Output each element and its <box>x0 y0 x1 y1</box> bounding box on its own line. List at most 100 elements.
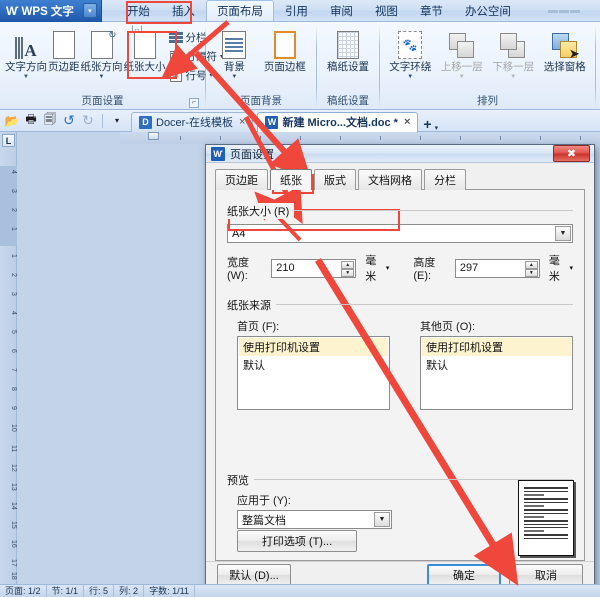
print-preview-icon[interactable]: 🗐 <box>42 112 58 129</box>
other-page-listbox[interactable]: 使用打印机设置 默认 <box>420 336 573 410</box>
ribbon-label-bring-forward: 上移一层 <box>440 61 483 73</box>
dialog-launcher-icon[interactable]: ⌐ <box>189 98 199 108</box>
list-item[interactable]: 使用打印机设置 <box>422 338 571 356</box>
ruler-tick: 4 <box>10 170 17 174</box>
paper-size-legend: 纸张大小 (R) <box>227 203 295 219</box>
menu-item-section[interactable]: 章节 <box>409 0 454 22</box>
ribbon-button-paper-size[interactable]: |↔| 纸张大小 <box>124 25 166 73</box>
chevron-down-icon[interactable]: ▼ <box>231 74 237 80</box>
chevron-down-icon[interactable]: ▼ <box>374 512 390 527</box>
menu-item-view[interactable]: 视图 <box>364 0 409 22</box>
document-tab-new-doc[interactable]: W 新建 Micro...文档.doc * × <box>257 111 419 132</box>
chevron-down-icon[interactable]: ▼ <box>23 74 29 80</box>
other-page-label: 其他页 (O): <box>420 321 475 333</box>
tab-layout[interactable]: 版式 <box>314 169 356 190</box>
ribbon-button-page-margin[interactable]: 页边距 <box>48 25 80 73</box>
height-unit[interactable]: 毫米 ▾ <box>549 252 573 284</box>
ribbon-label-send-backward: 下移一层 <box>492 61 535 73</box>
menu-bar-decoration: ▬▬▬ <box>547 5 581 16</box>
wps-brand-button[interactable]: Ⱳ WPS 文字 ▾ <box>0 0 102 22</box>
chevron-down-icon[interactable]: ▾ <box>82 3 97 18</box>
status-word-count: 字数: 1/11 <box>144 585 195 597</box>
paper-size-section: 纸张大小 (R) <box>227 203 573 219</box>
ruler-tick: 7 <box>10 368 17 372</box>
apply-to-label: 应用于 (Y): <box>237 495 291 507</box>
apply-to-group: 应用于 (Y): 整篇文档 ▼ <box>227 492 392 529</box>
default-button[interactable]: 默认 (D)... <box>217 564 291 586</box>
divider <box>102 113 103 128</box>
ruler-tick: 4 <box>10 311 17 315</box>
tab-columns[interactable]: 分栏 <box>424 169 466 190</box>
width-stepper[interactable]: ▲ ▼ <box>341 260 355 277</box>
ribbon-button-manuscript-grid[interactable]: 稿纸设置 <box>322 25 374 73</box>
chevron-down-icon[interactable]: ▼ <box>407 74 413 80</box>
menu-item-insert[interactable]: 插入 <box>161 0 206 22</box>
menu-item-start[interactable]: 开始 <box>116 0 161 22</box>
menu-item-review[interactable]: 审阅 <box>319 0 364 22</box>
close-icon[interactable]: × <box>404 116 410 128</box>
list-item[interactable]: 默认 <box>422 356 571 374</box>
close-icon[interactable]: × <box>239 116 245 128</box>
paper-size-select[interactable]: A4 ▼ <box>227 224 573 243</box>
page-margin-icon <box>52 27 75 59</box>
indent-handle[interactable] <box>148 132 159 140</box>
apply-to-select[interactable]: 整篇文档 ▼ <box>237 510 392 529</box>
tab-document-grid[interactable]: 文档网格 <box>358 169 422 190</box>
ribbon-button-page-orientation[interactable]: ↻ 纸张方向 ▼ <box>81 25 123 80</box>
list-item[interactable]: 使用打印机设置 <box>239 338 388 356</box>
print-icon[interactable]: 🖶 <box>23 112 39 129</box>
ribbon-group-label-page-background: 页面背景 <box>240 95 282 107</box>
bring-forward-icon <box>448 27 475 59</box>
ribbon-button-background[interactable]: 背景 ▼ <box>211 25 258 80</box>
send-backward-icon <box>500 27 526 59</box>
ribbon-button-text-direction[interactable]: A 文字方向 ▼ <box>5 25 47 80</box>
tab-margins[interactable]: 页边距 <box>215 169 268 190</box>
tab-paper[interactable]: 纸张 <box>270 169 312 190</box>
chevron-down-icon[interactable]: ▾ <box>569 264 573 272</box>
status-page: 页面: 1/2 <box>0 585 47 597</box>
ribbon: A 文字方向 ▼ 页边距 ↻ 纸张方向 ▼ |↔| 纸张大小 分栏 ▾ 分隔符 … <box>0 22 600 110</box>
paper-dimensions-row: 宽度 (W): 210 ▲ ▼ 毫米 ▾ 高度 (E): 297 ▲ ▼ 毫米 … <box>227 252 573 284</box>
ruler-tick: 18 <box>10 572 17 580</box>
horizontal-ruler[interactable] <box>120 132 600 144</box>
undo-icon[interactable]: ↺ <box>61 112 77 129</box>
ribbon-label-page-border: 页面边框 <box>263 61 306 73</box>
page-setup-dialog[interactable]: Ⱳ 页面设置 ✖ 页边距 纸张 版式 文档网格 分栏 纸张大小 (R) A4 ▼… <box>205 144 595 589</box>
ribbon-group-label-arrange: 排列 <box>477 95 498 107</box>
width-unit[interactable]: 毫米 ▾ <box>365 252 389 284</box>
menu-item-reference[interactable]: 引用 <box>274 0 319 22</box>
document-tab-docer[interactable]: D Docer-在线模板 × <box>131 111 254 132</box>
ruler-tick: 12 <box>10 464 17 472</box>
new-tab-caret-icon[interactable]: ▾ <box>435 124 439 132</box>
status-column: 列: 2 <box>114 585 145 597</box>
open-icon[interactable]: 📂 <box>4 113 20 129</box>
height-input[interactable]: 297 ▲ ▼ <box>454 258 540 278</box>
chevron-down-icon[interactable]: ▼ <box>99 74 105 80</box>
ribbon-button-selection-pane[interactable]: ➤ 选择窗格 <box>540 25 591 73</box>
tab-stop-selector[interactable]: L <box>2 134 15 147</box>
width-input[interactable]: 210 ▲ ▼ <box>271 258 357 278</box>
chevron-down-icon[interactable]: ▾ <box>386 264 390 272</box>
page-orientation-icon: ↻ <box>90 27 117 59</box>
dialog-title-bar[interactable]: Ⱳ 页面设置 ✖ <box>206 145 594 163</box>
status-row: 行: 5 <box>84 585 115 597</box>
ribbon-label-page-orientation: 纸张方向 <box>80 61 123 73</box>
break-icon <box>169 50 183 64</box>
quick-access-and-tab-bar: 📂 🖶 🗐 ↺ ↻ ▾ D Docer-在线模板 × W 新建 Micro...… <box>0 110 600 132</box>
menu-item-page-layout[interactable]: 页面布局 <box>205 0 274 21</box>
cancel-button[interactable]: 取消 <box>509 564 583 586</box>
ok-button[interactable]: 确定 <box>427 564 501 586</box>
vertical-ruler[interactable]: L 4 3 2 1 1 2 3 4 5 6 7 8 9 10 11 12 13 … <box>0 132 17 584</box>
height-stepper[interactable]: ▲ ▼ <box>524 260 538 277</box>
new-tab-button[interactable]: + <box>423 116 431 132</box>
dialog-tabs: 页边距 纸张 版式 文档网格 分栏 <box>215 169 585 190</box>
first-page-listbox[interactable]: 使用打印机设置 默认 <box>237 336 390 410</box>
ribbon-button-text-wrap[interactable]: 🐾 文字环绕 ▼ <box>385 25 436 80</box>
customize-icon[interactable]: ▾ <box>109 113 125 129</box>
ribbon-button-page-border[interactable]: 页面边框 <box>259 25 311 73</box>
print-options-button[interactable]: 打印选项 (T)... <box>237 530 357 552</box>
list-item[interactable]: 默认 <box>239 356 388 374</box>
menu-item-office-space[interactable]: 办公空间 <box>454 0 522 22</box>
chevron-down-icon[interactable]: ▼ <box>555 226 571 241</box>
close-icon[interactable]: ✖ <box>553 145 590 162</box>
